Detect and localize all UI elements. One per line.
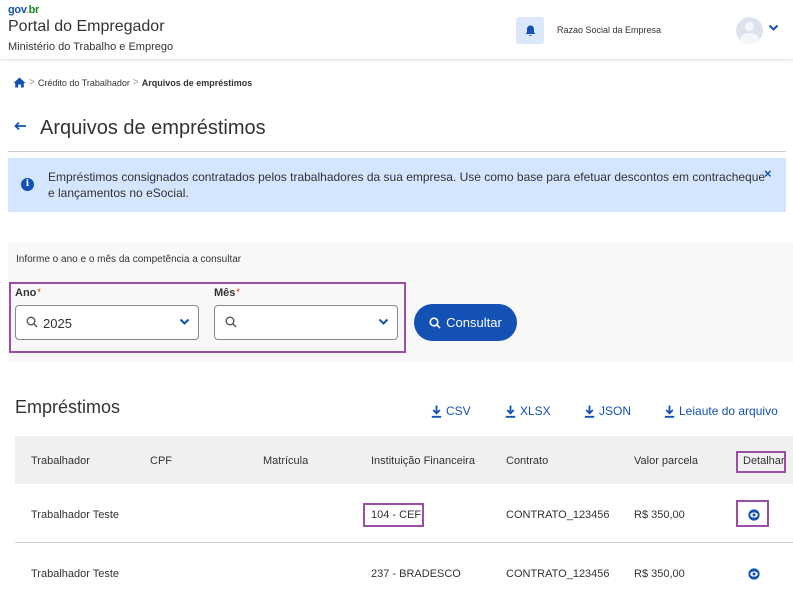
highlight-detail-button: [736, 500, 769, 527]
breadcrumb-item-current: Arquivos de empréstimos: [141, 77, 253, 88]
info-alert: i Empréstimos consignados contratados pe…: [8, 158, 786, 212]
home-icon[interactable]: [13, 77, 26, 88]
ministry-name: Ministério do Trabalho e Emprego: [8, 41, 174, 53]
bell-icon: [525, 25, 535, 36]
download-icon: [664, 405, 675, 418]
breadcrumb-separator: >: [132, 77, 139, 88]
download-layout-button[interactable]: Leiaute do arquivo: [664, 404, 778, 418]
view-details-icon[interactable]: [748, 568, 760, 580]
cell-contract: CONTRATO_123456: [506, 568, 610, 580]
filter-heading: Informe o ano e o mês da competência a c…: [16, 254, 242, 265]
cell-contract: CONTRATO_123456: [506, 509, 610, 521]
table-row: Trabalhador Teste 237 - BRADESCO CONTRAT…: [15, 544, 793, 601]
year-select[interactable]: 2025: [15, 305, 199, 340]
portal-title[interactable]: Portal do Empregador: [8, 18, 165, 36]
chevron-down-icon: [179, 318, 190, 325]
month-select[interactable]: [214, 305, 398, 340]
info-icon: i: [21, 178, 34, 191]
download-icon: [505, 405, 516, 418]
column-header-installment: Valor parcela: [634, 455, 698, 467]
company-name: Razao Social da Empresa: [557, 25, 662, 35]
download-icon: [431, 405, 442, 418]
highlight-detail-header: [736, 451, 786, 473]
close-icon[interactable]: ×: [764, 166, 772, 181]
table-row: Trabalhador Teste 104 - CEF CONTRATO_123…: [15, 485, 793, 543]
consult-button[interactable]: Consultar: [414, 304, 517, 341]
cell-institution: 237 - BRADESCO: [371, 568, 461, 580]
column-header-cpf: CPF: [150, 455, 172, 467]
column-header-worker: Trabalhador: [31, 455, 90, 467]
app-header: gov.br Portal do Empregador Ministério d…: [0, 0, 793, 60]
month-label: Mês*: [214, 287, 240, 299]
avatar-head-shape: [745, 22, 754, 31]
required-mark: *: [37, 287, 41, 297]
cell-installment: R$ 350,00: [634, 509, 685, 521]
download-csv-button[interactable]: CSV: [431, 404, 471, 418]
search-icon: [429, 316, 441, 329]
cell-worker: Trabalhador Teste: [31, 568, 120, 580]
required-mark: *: [236, 287, 240, 297]
title-divider: [8, 151, 786, 152]
download-icon: [584, 405, 595, 418]
govbr-logo[interactable]: gov.br: [8, 4, 39, 16]
breadcrumb: > Crédito do Trabalhador > Arquivos de e…: [13, 77, 252, 88]
filter-panel: Informe o ano e o mês da competência a c…: [8, 242, 793, 362]
highlight-institution-cell: [363, 503, 424, 527]
cell-worker: Trabalhador Teste: [31, 509, 120, 521]
chevron-down-icon[interactable]: [768, 24, 779, 32]
column-header-registration: Matrícula: [263, 455, 309, 467]
page-title: Arquivos de empréstimos: [40, 117, 266, 139]
column-header-institution: Instituição Financeira: [371, 455, 475, 467]
download-json-button[interactable]: JSON: [584, 404, 631, 418]
consult-button-label: Consultar: [446, 315, 502, 330]
search-icon: [26, 316, 38, 328]
search-icon: [225, 316, 237, 328]
back-arrow-icon[interactable]: [14, 121, 27, 131]
user-avatar[interactable]: [736, 17, 763, 44]
year-label: Ano*: [15, 287, 41, 299]
avatar-body-shape: [740, 33, 759, 44]
chevron-down-icon: [378, 318, 389, 325]
download-xlsx-button[interactable]: XLSX: [505, 404, 551, 418]
loans-section-title: Empréstimos: [15, 397, 121, 417]
year-value: 2025: [43, 316, 72, 331]
cell-installment: R$ 350,00: [634, 568, 685, 580]
alert-message: Empréstimos consignados contratados pelo…: [48, 170, 766, 200]
loans-table-header: Trabalhador CPF Matrícula Instituição Fi…: [15, 436, 793, 484]
breadcrumb-item-credito[interactable]: Crédito do Trabalhador: [38, 78, 130, 88]
breadcrumb-separator: >: [29, 77, 35, 88]
column-header-contract: Contrato: [506, 455, 549, 467]
notifications-button[interactable]: [516, 17, 544, 44]
